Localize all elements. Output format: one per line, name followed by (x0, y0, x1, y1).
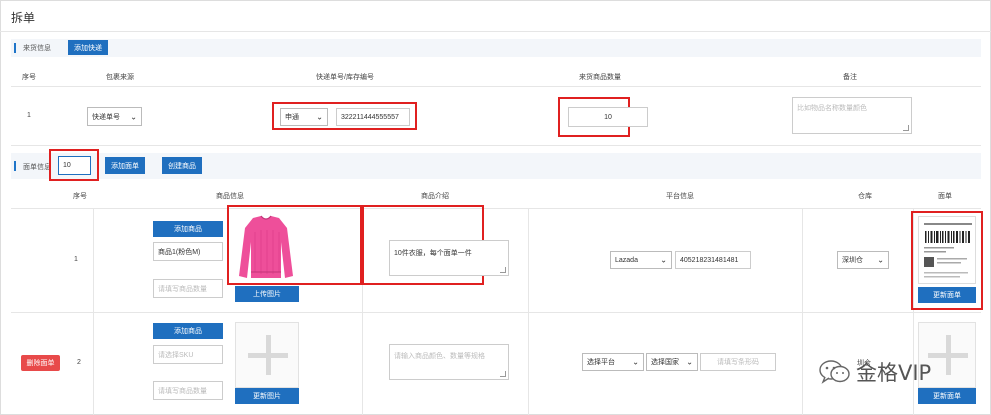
waybill-section-bar (11, 153, 981, 179)
country-select[interactable]: 选择国家 ⌄ (646, 353, 698, 371)
resize-handle-icon (500, 371, 506, 377)
platform-id-value: 405218231481481 (680, 256, 739, 264)
delete-waybill-button[interactable]: 删除面单 (21, 355, 60, 371)
header-divider (11, 86, 981, 87)
platform-id-input[interactable]: 405218231481481 (675, 251, 751, 269)
platform-select[interactable]: 选择平台 ⌄ (582, 353, 644, 371)
carrier-select[interactable]: 申通 ⌄ (280, 108, 328, 126)
sku-select[interactable]: 请选择SKU (153, 345, 223, 364)
plus-icon (946, 335, 951, 375)
waybill-image (918, 216, 976, 284)
section-marker (14, 43, 16, 53)
watermark-text: 金格VIP (856, 361, 932, 385)
col-header-platform: 平台信息 (666, 193, 694, 200)
image-placeholder[interactable] (235, 322, 299, 388)
package-source-value: 快递单号 (92, 113, 120, 121)
product-intro-value: 10件衣服，每个面单一件 (394, 250, 472, 257)
product-intro-textarea[interactable]: 10件衣服，每个面单一件 (389, 240, 509, 276)
header-divider (11, 208, 981, 209)
waybill-section-label: 面单信息 (23, 164, 51, 171)
tracking-number-value: 322211444555557 (341, 113, 399, 121)
sku-placeholder: 请选择SKU (158, 351, 194, 359)
remark-placeholder: 比如物品名称数量颜色 (797, 105, 867, 112)
add-waybill-button[interactable]: 添加面单 (105, 157, 145, 174)
remark-textarea[interactable]: 比如物品名称数量颜色 (792, 97, 912, 134)
title-divider (0, 31, 991, 32)
tracking-number-input[interactable]: 322211444555557 (336, 108, 410, 126)
carrier-value: 申通 (285, 114, 299, 121)
section-marker (14, 161, 16, 171)
col-header-index: 序号 (22, 74, 36, 81)
waybill-row-index: 2 (77, 359, 81, 366)
platform-select-value: 选择平台 (587, 359, 615, 366)
product-name-field[interactable]: 商品1(粉色M) (153, 242, 223, 261)
update-waybill-button[interactable]: 更新面单 (918, 388, 976, 404)
package-source-select[interactable]: 快递单号 ⌄ (87, 107, 142, 126)
row-divider (11, 312, 981, 313)
warehouse-select[interactable]: 深圳仓 ⌄ (837, 251, 889, 269)
add-express-button[interactable]: 添加快递 (68, 40, 108, 55)
col-header-source: 包裹来源 (106, 74, 134, 81)
update-image-button[interactable]: 更新图片 (235, 388, 299, 404)
product-qty-input[interactable]: 请填写商品数量 (153, 279, 223, 298)
quantity-value: 10 (604, 113, 612, 121)
chevron-down-icon: ⌄ (130, 112, 137, 121)
country-select-value: 选择国家 (651, 359, 679, 366)
resize-handle-icon (903, 125, 909, 131)
incoming-section-label: 来货信息 (23, 45, 51, 52)
row-divider (11, 145, 981, 146)
wechat-icon (819, 360, 850, 384)
waybill-row-index: 1 (74, 256, 78, 263)
update-waybill-button[interactable]: 更新面单 (918, 287, 976, 303)
col-header-remark: 备注 (843, 74, 857, 81)
create-product-button[interactable]: 创建商品 (162, 157, 202, 174)
incoming-section-bar (11, 39, 981, 57)
add-product-button[interactable]: 添加商品 (153, 323, 223, 339)
resize-handle-icon (500, 267, 506, 273)
product-qty-placeholder: 请填写商品数量 (158, 387, 207, 395)
product-image (235, 212, 297, 282)
product-name-value: 商品1(粉色M) (158, 248, 201, 256)
add-product-button[interactable]: 添加商品 (153, 221, 223, 237)
platform-value: Lazada (615, 256, 638, 264)
product-qty-placeholder: 请填写商品数量 (158, 285, 207, 293)
platform-id-placeholder: 请填写条形码 (717, 359, 759, 366)
platform-id-input[interactable]: 请填写条形码 (700, 353, 776, 371)
product-intro-textarea[interactable]: 请输入商品颜色、数量等规格 (389, 344, 509, 380)
watermark: 金格VIP (818, 357, 931, 387)
incoming-row-index: 1 (27, 112, 31, 119)
quantity-input[interactable]: 10 (568, 107, 648, 127)
col-header-index: 序号 (73, 193, 87, 200)
col-header-product-intro: 商品介绍 (421, 193, 449, 200)
chevron-down-icon: ⌄ (660, 255, 667, 265)
page-title: 拆单 (11, 11, 36, 25)
platform-select[interactable]: Lazada ⌄ (610, 251, 672, 269)
col-header-product-info: 商品信息 (216, 193, 244, 200)
col-header-warehouse: 仓库 (858, 193, 872, 200)
col-header-waybill: 面单 (938, 193, 952, 200)
product-qty-input[interactable]: 请填写商品数量 (153, 381, 223, 400)
plus-icon (266, 335, 271, 375)
waybill-count-value: 10 (63, 162, 71, 169)
chevron-down-icon: ⌄ (877, 255, 884, 265)
col-header-tracking: 快递单号/库存编号 (316, 74, 374, 81)
col-header-quantity: 来货商品数量 (579, 74, 621, 81)
chevron-down-icon: ⌄ (686, 357, 693, 367)
chevron-down-icon: ⌄ (316, 112, 323, 122)
warehouse-value: 深圳仓 (842, 257, 863, 264)
upload-image-button[interactable]: 上传图片 (235, 286, 299, 302)
product-intro-placeholder: 请输入商品颜色、数量等规格 (394, 353, 485, 360)
waybill-count-input[interactable]: 10 (58, 156, 91, 175)
chevron-down-icon: ⌄ (632, 357, 639, 367)
